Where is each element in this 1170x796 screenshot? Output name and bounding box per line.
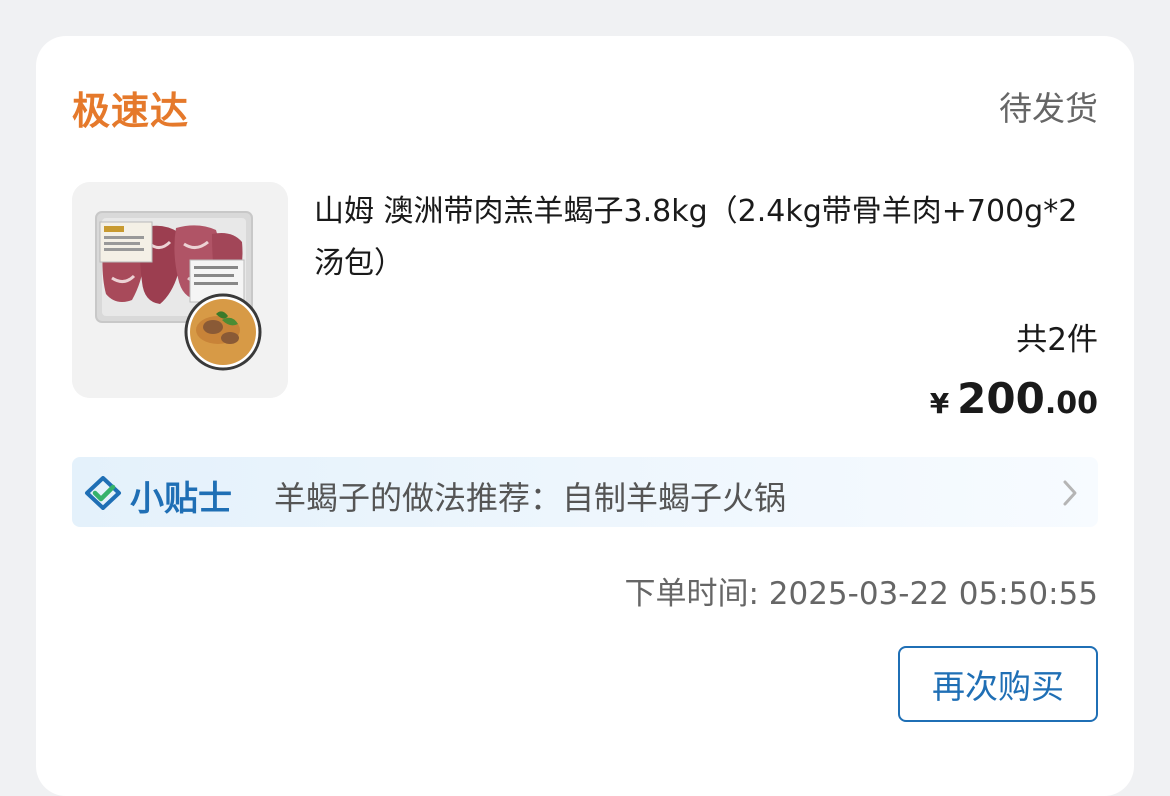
order-card[interactable]: 极速达 待发货 山姆 澳洲带肉羔羊蝎子3.8kg（2.4kg带骨羊肉+700g*… [36,36,1134,796]
quantity-count: 共2件 [1016,322,1098,358]
product-title[interactable]: 山姆 澳洲带肉羔羊蝎子3.8kg（2.4kg带骨羊肉+700g*2汤包） [314,186,1084,290]
price-currency: ¥ [929,387,950,420]
order-status: 待发货 [999,89,1098,128]
lamb-product-image [72,182,288,398]
price-integer: 200 [957,374,1045,423]
store-name: 极速达 [72,89,190,133]
price-decimal: .00 [1044,386,1098,421]
tips-banner[interactable]: 小贴士 羊蝎子的做法推荐：自制羊蝎子火锅 [72,457,1098,527]
chevron-right-icon [1060,479,1080,511]
order-time: 下单时间: 2025-03-22 05:50:55 [624,576,1098,612]
check-shield-icon [84,476,122,514]
tips-text: 羊蝎子的做法推荐：自制羊蝎子火锅 [274,479,787,517]
price: ¥200.00 [930,374,1098,423]
tips-label: 小贴士 [130,479,232,519]
product-thumbnail[interactable] [72,182,288,398]
rebuy-button[interactable]: 再次购买 [898,646,1098,722]
